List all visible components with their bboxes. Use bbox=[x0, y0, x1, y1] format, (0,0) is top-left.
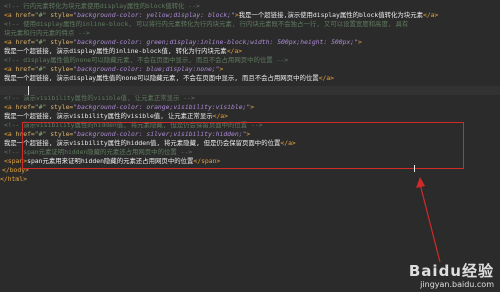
watermark-url: jingyan.baidu.com bbox=[420, 280, 494, 289]
watermark-brand: Baidu经验 bbox=[408, 262, 494, 280]
i-beam-cursor-icon: I bbox=[413, 164, 416, 175]
annotation-arrow bbox=[416, 177, 441, 263]
watermark: Baidu经验 jingyan.baidu.com bbox=[409, 260, 494, 289]
